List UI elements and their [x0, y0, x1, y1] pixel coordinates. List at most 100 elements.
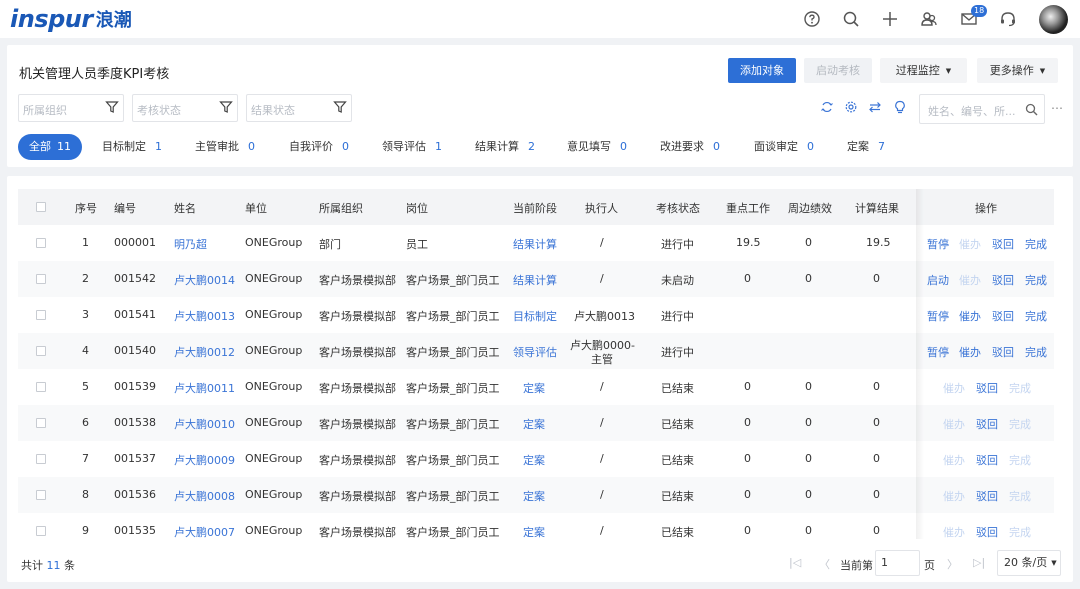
cell-stage-link[interactable]: 结果计算	[513, 236, 557, 252]
row-checkbox[interactable]	[36, 418, 46, 428]
table-row[interactable]: 8 001536 卢大鹏0008 ONEGroup 客户场景模拟部 客户场景_部…	[18, 477, 1054, 513]
row-checkbox[interactable]	[36, 346, 46, 356]
add-object-button[interactable]: 添加对象	[728, 58, 796, 83]
table-row[interactable]: 2 001542 卢大鹏0014 ONEGroup 客户场景模拟部 客户场景_部…	[18, 261, 1054, 297]
reject-button[interactable]: 驳回	[992, 272, 1014, 288]
urge-button[interactable]: 催办	[959, 308, 981, 324]
cell-name-link[interactable]: 卢大鹏0008	[174, 488, 235, 504]
inspur-logo[interactable]: inspur 浪潮	[10, 5, 132, 33]
reject-button[interactable]: 驳回	[976, 488, 998, 504]
cell-stage-link[interactable]: 领导评估	[513, 344, 557, 360]
complete-button[interactable]: 完成	[1025, 272, 1047, 288]
row-checkbox[interactable]	[36, 310, 46, 320]
complete-button[interactable]: 完成	[1025, 308, 1047, 324]
cell-stage-link[interactable]: 定案	[523, 488, 545, 504]
last-page-icon[interactable]: ▷|	[973, 556, 985, 569]
support-headset-icon[interactable]	[999, 10, 1017, 28]
select-all-checkbox[interactable]	[36, 202, 46, 212]
urge-button[interactable]: 催办	[959, 272, 981, 288]
complete-button[interactable]: 完成	[1009, 380, 1031, 396]
page-number-input[interactable]: 1	[875, 550, 920, 576]
tab-interview-review[interactable]: 面谈审定 0	[754, 134, 814, 160]
reject-button[interactable]: 驳回	[976, 416, 998, 432]
org-filter[interactable]: 所属组织	[18, 94, 124, 122]
row-checkbox[interactable]	[36, 454, 46, 464]
tab-all[interactable]: 全部 11	[18, 134, 82, 160]
cell-stage-link[interactable]: 定案	[523, 380, 545, 396]
status-filter[interactable]: 考核状态	[132, 94, 238, 122]
search-input[interactable]: 姓名、编号、所...	[919, 94, 1045, 124]
first-page-icon[interactable]: |◁	[789, 556, 801, 569]
cell-name-link[interactable]: 卢大鹏0013	[174, 308, 235, 324]
tab-self-evaluation[interactable]: 自我评价 0	[289, 134, 349, 160]
cell-name-link[interactable]: 卢大鹏0010	[174, 416, 235, 432]
pause-button[interactable]: 暂停	[927, 308, 949, 324]
table-row[interactable]: 5 001539 卢大鹏0011 ONEGroup 客户场景模拟部 客户场景_部…	[18, 369, 1054, 405]
cell-name-link[interactable]: 卢大鹏0011	[174, 380, 235, 396]
reject-button[interactable]: 驳回	[992, 308, 1014, 324]
lightbulb-icon[interactable]	[893, 100, 907, 114]
row-checkbox[interactable]	[36, 490, 46, 500]
cell-name-link[interactable]: 卢大鹏0009	[174, 452, 235, 468]
cell-stage-link[interactable]: 定案	[523, 452, 545, 468]
table-row[interactable]: 6 001538 卢大鹏0010 ONEGroup 客户场景模拟部 客户场景_部…	[18, 405, 1054, 441]
table-row[interactable]: 3 001541 卢大鹏0013 ONEGroup 客户场景模拟部 客户场景_部…	[18, 297, 1054, 333]
complete-button[interactable]: 完成	[1025, 236, 1047, 252]
urge-button[interactable]: 催办	[943, 380, 965, 396]
cell-stage-link[interactable]: 目标制定	[513, 308, 557, 324]
tab-improvement-request[interactable]: 改进要求 0	[660, 134, 720, 160]
tab-opinion-filling[interactable]: 意见填写 0	[567, 134, 627, 160]
urge-button[interactable]: 催办	[959, 344, 981, 360]
cell-stage-link[interactable]: 定案	[523, 416, 545, 432]
urge-button[interactable]: 催办	[943, 416, 965, 432]
process-monitor-button[interactable]: 过程监控 ▼	[880, 58, 967, 83]
start-button[interactable]: 启动	[927, 272, 949, 288]
next-page-icon[interactable]: 〉	[947, 556, 958, 572]
search-icon[interactable]	[1025, 103, 1038, 116]
urge-button[interactable]: 催办	[959, 236, 981, 252]
complete-button[interactable]: 完成	[1025, 344, 1047, 360]
cell-name-link[interactable]: 明乃超	[174, 236, 207, 252]
refresh-icon[interactable]	[820, 100, 834, 114]
page-size-select[interactable]: 20 条/页 ▼	[997, 550, 1061, 576]
complete-button[interactable]: 完成	[1009, 452, 1031, 468]
result-filter[interactable]: 结果状态	[246, 94, 352, 122]
more-options-icon[interactable]: ⋯	[1051, 101, 1064, 115]
complete-button[interactable]: 完成	[1009, 488, 1031, 504]
tab-finalized[interactable]: 定案 7	[847, 134, 885, 160]
help-icon[interactable]	[803, 10, 821, 28]
table-row[interactable]: 9 001535 卢大鹏0007 ONEGroup 客户场景模拟部 客户场景_部…	[18, 513, 1054, 539]
add-icon[interactable]	[881, 10, 899, 28]
table-row[interactable]: 4 001540 卢大鹏0012 ONEGroup 客户场景模拟部 客户场景_部…	[18, 333, 1054, 369]
prev-page-icon[interactable]: 〈	[819, 556, 830, 572]
table-row[interactable]: 1 000001 明乃超 ONEGroup 部门 员工 结果计算 / 进行中 1…	[18, 225, 1054, 261]
settings-icon[interactable]	[844, 100, 858, 114]
start-review-button[interactable]: 启动考核	[804, 58, 872, 83]
cell-stage-link[interactable]: 定案	[523, 524, 545, 539]
row-checkbox[interactable]	[36, 274, 46, 284]
search-icon[interactable]	[842, 10, 860, 28]
user-avatar[interactable]	[1039, 5, 1068, 34]
complete-button[interactable]: 完成	[1009, 416, 1031, 432]
tab-leader-assessment[interactable]: 领导评估 1	[382, 134, 442, 160]
reject-button[interactable]: 驳回	[992, 236, 1014, 252]
cell-stage-link[interactable]: 结果计算	[513, 272, 557, 288]
more-actions-button[interactable]: 更多操作 ▼	[977, 58, 1058, 83]
row-checkbox[interactable]	[36, 238, 46, 248]
urge-button[interactable]: 催办	[943, 452, 965, 468]
reject-button[interactable]: 驳回	[992, 344, 1014, 360]
cell-name-link[interactable]: 卢大鹏0007	[174, 524, 235, 539]
tab-result-calculation[interactable]: 结果计算 2	[475, 134, 535, 160]
reject-button[interactable]: 驳回	[976, 452, 998, 468]
tab-supervisor-approval[interactable]: 主管审批 0	[195, 134, 255, 160]
row-checkbox[interactable]	[36, 382, 46, 392]
row-checkbox[interactable]	[36, 526, 46, 536]
cell-name-link[interactable]: 卢大鹏0014	[174, 272, 235, 288]
reject-button[interactable]: 驳回	[976, 380, 998, 396]
table-row[interactable]: 7 001537 卢大鹏0009 ONEGroup 客户场景模拟部 客户场景_部…	[18, 441, 1054, 477]
tab-goal-setting[interactable]: 目标制定 1	[102, 134, 162, 160]
complete-button[interactable]: 完成	[1009, 524, 1031, 539]
pause-button[interactable]: 暂停	[927, 344, 949, 360]
pause-button[interactable]: 暂停	[927, 236, 949, 252]
swap-icon[interactable]	[868, 100, 882, 114]
